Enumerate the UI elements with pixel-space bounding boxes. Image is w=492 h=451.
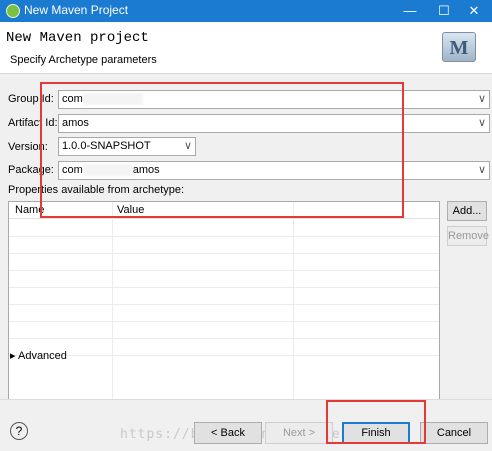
- group-id-input[interactable]: com ∨: [58, 90, 490, 109]
- page-title: New Maven project: [6, 30, 149, 46]
- wizard-header: New Maven project Specify Archetype para…: [0, 22, 492, 74]
- table-row: [9, 338, 439, 339]
- redacted-text: [82, 164, 133, 177]
- column-header-value[interactable]: Value: [117, 204, 144, 216]
- remove-property-button[interactable]: Remove: [447, 226, 489, 246]
- cancel-button[interactable]: Cancel: [420, 422, 488, 444]
- close-button[interactable]: ✕: [456, 0, 492, 22]
- table-row: [9, 321, 439, 322]
- minimize-button[interactable]: —: [392, 0, 428, 22]
- table-row: [9, 355, 439, 356]
- table-row: [9, 304, 439, 305]
- artifact-id-input[interactable]: amos ∨: [58, 114, 490, 133]
- group-id-label: Group Id:: [8, 93, 54, 105]
- package-input[interactable]: com amos ∨: [58, 161, 490, 180]
- table-row: [9, 236, 439, 237]
- help-icon[interactable]: ?: [10, 422, 28, 440]
- package-label: Package:: [8, 164, 54, 176]
- eclipse-icon: [6, 4, 20, 18]
- wizard-footer: ? https://blog.csdn.net/chencs0814s < Ba…: [0, 399, 492, 451]
- version-label: Version:: [8, 141, 48, 153]
- maven-logo-icon: M: [442, 32, 476, 62]
- advanced-toggle[interactable]: ▸ Advanced: [10, 349, 67, 362]
- redacted-text: [82, 93, 143, 106]
- window-title: New Maven Project: [24, 3, 129, 17]
- title-bar: New Maven Project — ☐ ✕: [0, 0, 492, 22]
- table-row: [9, 287, 439, 288]
- add-property-button[interactable]: Add...: [447, 201, 487, 221]
- back-button[interactable]: < Back: [194, 422, 262, 444]
- page-subtitle: Specify Archetype parameters: [10, 54, 157, 66]
- chevron-down-icon[interactable]: ∨: [478, 163, 486, 176]
- table-row: [9, 253, 439, 254]
- chevron-down-icon[interactable]: ∨: [478, 116, 486, 129]
- properties-label: Properties available from archetype:: [8, 184, 185, 196]
- column-header-name[interactable]: Name: [15, 204, 44, 216]
- chevron-right-icon: ▸: [10, 350, 16, 362]
- table-row: [9, 270, 439, 271]
- table-header: Name Value: [9, 202, 439, 219]
- next-button[interactable]: Next >: [265, 422, 333, 444]
- properties-table[interactable]: Name Value: [8, 201, 440, 407]
- chevron-down-icon[interactable]: ∨: [184, 139, 192, 152]
- artifact-id-label: Artifact Id:: [8, 117, 58, 129]
- version-select[interactable]: 1.0.0-SNAPSHOT ∨: [58, 137, 196, 156]
- advanced-label: Advanced: [17, 350, 67, 362]
- chevron-down-icon[interactable]: ∨: [478, 92, 486, 105]
- wizard-content: Group Id: com ∨ Artifact Id: amos ∨ Vers…: [0, 75, 492, 407]
- finish-button[interactable]: Finish: [342, 422, 410, 444]
